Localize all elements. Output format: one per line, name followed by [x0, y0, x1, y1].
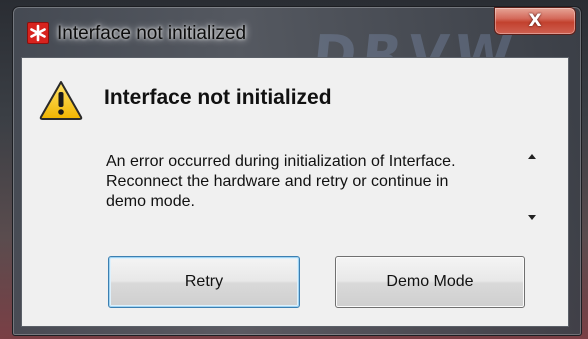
title-bar[interactable]: Interface not initialized X: [13, 7, 581, 59]
error-message: An error occurred during initialization …: [106, 153, 456, 210]
close-button[interactable]: X: [494, 7, 576, 35]
warning-icon: [39, 80, 83, 120]
window-title: Interface not initialized: [57, 23, 247, 44]
dialog-heading: Interface not initialized: [104, 86, 332, 109]
asterisk-icon: [27, 22, 49, 44]
retry-button[interactable]: Retry: [108, 256, 300, 308]
scroll-up-arrow-icon[interactable]: [524, 150, 540, 164]
dialog-window: DRVW Interface not initialized X Interfa…: [12, 6, 582, 336]
dialog-content: Interface not initialized An error occur…: [21, 57, 569, 327]
scroll-down-arrow-icon[interactable]: [524, 210, 540, 224]
close-icon: X: [528, 11, 542, 31]
demo-mode-button[interactable]: Demo Mode: [335, 256, 525, 308]
